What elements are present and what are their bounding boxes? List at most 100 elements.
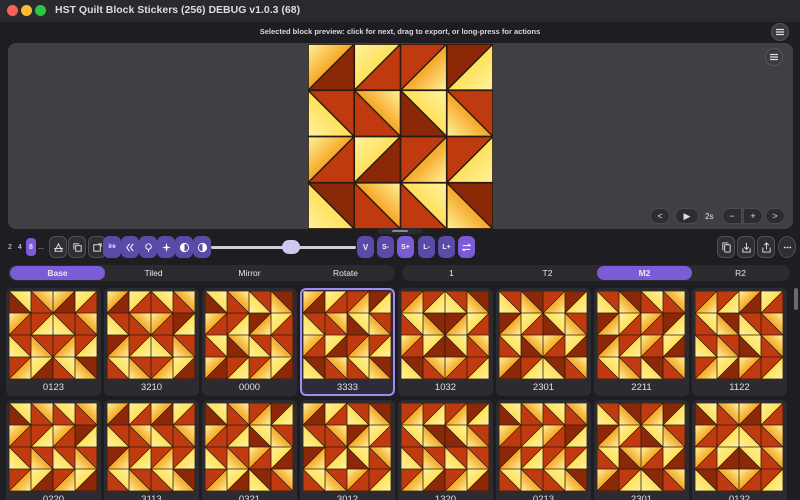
grid-size-2-button[interactable]: 2 bbox=[6, 238, 14, 256]
block-cell[interactable]: 3210 bbox=[104, 288, 199, 396]
block-code-label: 1320 bbox=[434, 494, 457, 500]
grid-size-8-button[interactable]: 8 bbox=[26, 238, 36, 256]
block-cell[interactable]: 0220 bbox=[6, 400, 101, 500]
copy-icon bbox=[721, 241, 731, 253]
ellipsis-icon bbox=[783, 246, 791, 248]
ire-button[interactable]: ire bbox=[103, 236, 121, 258]
block-thumbnail bbox=[205, 403, 293, 491]
block-cell[interactable]: 2211 bbox=[594, 288, 689, 396]
close-window-button[interactable] bbox=[7, 5, 18, 16]
previous-block-button[interactable]: < bbox=[650, 208, 670, 224]
copy-block-button[interactable] bbox=[717, 236, 735, 258]
block-cell[interactable]: 3333 bbox=[300, 288, 395, 396]
block-cell[interactable]: 1320 bbox=[398, 400, 493, 500]
s-minus-button[interactable]: S- bbox=[377, 236, 394, 258]
grid-scrollbar[interactable] bbox=[794, 288, 798, 310]
interval-decrease-button[interactable]: − bbox=[722, 208, 742, 224]
brush-icon bbox=[144, 242, 152, 252]
interval-label: 2s bbox=[705, 212, 714, 221]
block-code-label: 3333 bbox=[336, 382, 359, 393]
more-button[interactable] bbox=[778, 236, 796, 258]
block-cell[interactable]: 0123 bbox=[6, 288, 101, 396]
block-code-label: 2211 bbox=[631, 382, 652, 393]
swap-button[interactable] bbox=[458, 236, 475, 258]
size-slider-thumb[interactable] bbox=[281, 240, 300, 254]
import-button[interactable] bbox=[737, 236, 755, 258]
tab-m2[interactable]: M2 bbox=[597, 266, 692, 280]
block-thumbnail bbox=[499, 291, 587, 379]
contrast-right-button[interactable] bbox=[193, 236, 211, 258]
half-circle-right-icon bbox=[197, 242, 207, 252]
tab-base[interactable]: Base bbox=[10, 266, 105, 280]
minimize-window-button[interactable] bbox=[21, 5, 32, 16]
l-plus-button[interactable]: L+ bbox=[438, 236, 455, 258]
block-code-label: 3210 bbox=[140, 382, 163, 393]
block-cell[interactable]: 3113 bbox=[104, 400, 199, 500]
grid-size-4-button[interactable]: 4 bbox=[16, 238, 24, 256]
rotate-tool-button[interactable] bbox=[49, 236, 67, 258]
copy-tool-button[interactable] bbox=[68, 236, 86, 258]
tab-t2[interactable]: T2 bbox=[500, 266, 595, 280]
sparkle-button[interactable] bbox=[157, 236, 175, 258]
tab-rotate[interactable]: Rotate bbox=[298, 266, 393, 280]
half-circle-left-icon bbox=[179, 242, 189, 252]
block-code-label: 0321 bbox=[238, 494, 261, 500]
interval-increase-button[interactable]: + bbox=[743, 208, 763, 224]
block-cell[interactable]: 1032 bbox=[398, 288, 493, 396]
window-title: HST Quilt Block Stickers (256) DEBUG v1.… bbox=[55, 4, 301, 16]
zoom-window-button[interactable] bbox=[35, 5, 46, 16]
block-cell[interactable]: 0132 bbox=[692, 400, 787, 500]
next-block-button[interactable]: > bbox=[765, 208, 785, 224]
copy-tool-icon bbox=[72, 242, 82, 252]
block-code-label: 2301 bbox=[630, 494, 653, 500]
toolbar: 2 4 8 ... ire V S- S+ L- L+ bbox=[0, 234, 800, 260]
preview-menu-button[interactable] bbox=[765, 48, 783, 66]
block-thumbnail bbox=[205, 291, 293, 379]
play-button[interactable]: ▶ bbox=[675, 208, 699, 224]
block-thumbnail bbox=[303, 291, 391, 379]
shift-button[interactable] bbox=[121, 236, 139, 258]
grid-size-more-button[interactable]: ... bbox=[37, 238, 45, 256]
block-thumbnail bbox=[695, 291, 783, 379]
block-thumbnail bbox=[107, 291, 195, 379]
block-cell[interactable]: 2301 bbox=[594, 400, 689, 500]
block-thumbnail bbox=[107, 403, 195, 491]
v-button[interactable]: V bbox=[357, 236, 374, 258]
tab-mirror[interactable]: Mirror bbox=[202, 266, 297, 280]
block-cell[interactable]: 2301 bbox=[496, 288, 591, 396]
variant-tabs: 1 T2 M2 R2 bbox=[402, 265, 790, 281]
block-thumbnail bbox=[695, 403, 783, 491]
sparkle-icon bbox=[161, 242, 171, 252]
block-preview-panel[interactable] bbox=[8, 43, 793, 229]
main-menu-button[interactable] bbox=[771, 23, 789, 41]
l-minus-button[interactable]: L- bbox=[418, 236, 435, 258]
hint-bar: Selected block preview: click for next, … bbox=[0, 22, 800, 42]
block-thumbnail bbox=[401, 291, 489, 379]
block-cell[interactable]: 0213 bbox=[496, 400, 591, 500]
block-thumbnail bbox=[9, 291, 97, 379]
share-icon bbox=[761, 241, 771, 253]
contrast-left-button[interactable] bbox=[175, 236, 193, 258]
block-grid: 0123 3210 0000 3333 1032 2301 2211 1122 0220 3113… bbox=[6, 288, 794, 500]
selected-block-preview[interactable] bbox=[308, 44, 493, 229]
share-button[interactable] bbox=[757, 236, 775, 258]
block-code-label: 2301 bbox=[532, 382, 555, 393]
title-bar: HST Quilt Block Stickers (256) DEBUG v1.… bbox=[0, 0, 800, 22]
tab-tiled[interactable]: Tiled bbox=[106, 266, 201, 280]
s-plus-button[interactable]: S+ bbox=[397, 236, 414, 258]
brush-button[interactable] bbox=[139, 236, 157, 258]
block-code-label: 1122 bbox=[729, 382, 750, 393]
block-cell[interactable]: 1122 bbox=[692, 288, 787, 396]
block-code-label: 3012 bbox=[336, 494, 359, 500]
block-code-label: 0132 bbox=[728, 494, 751, 500]
tab-1[interactable]: 1 bbox=[404, 266, 499, 280]
block-cell[interactable]: 0000 bbox=[202, 288, 297, 396]
tab-r2[interactable]: R2 bbox=[693, 266, 788, 280]
block-code-label: 0123 bbox=[42, 382, 65, 393]
preview-hint: Selected block preview: click for next, … bbox=[259, 27, 541, 36]
block-cell[interactable]: 3012 bbox=[300, 400, 395, 500]
block-thumbnail bbox=[303, 403, 391, 491]
menu-icon bbox=[776, 28, 784, 36]
block-cell[interactable]: 0321 bbox=[202, 400, 297, 500]
rotate-tool-icon bbox=[53, 242, 63, 252]
